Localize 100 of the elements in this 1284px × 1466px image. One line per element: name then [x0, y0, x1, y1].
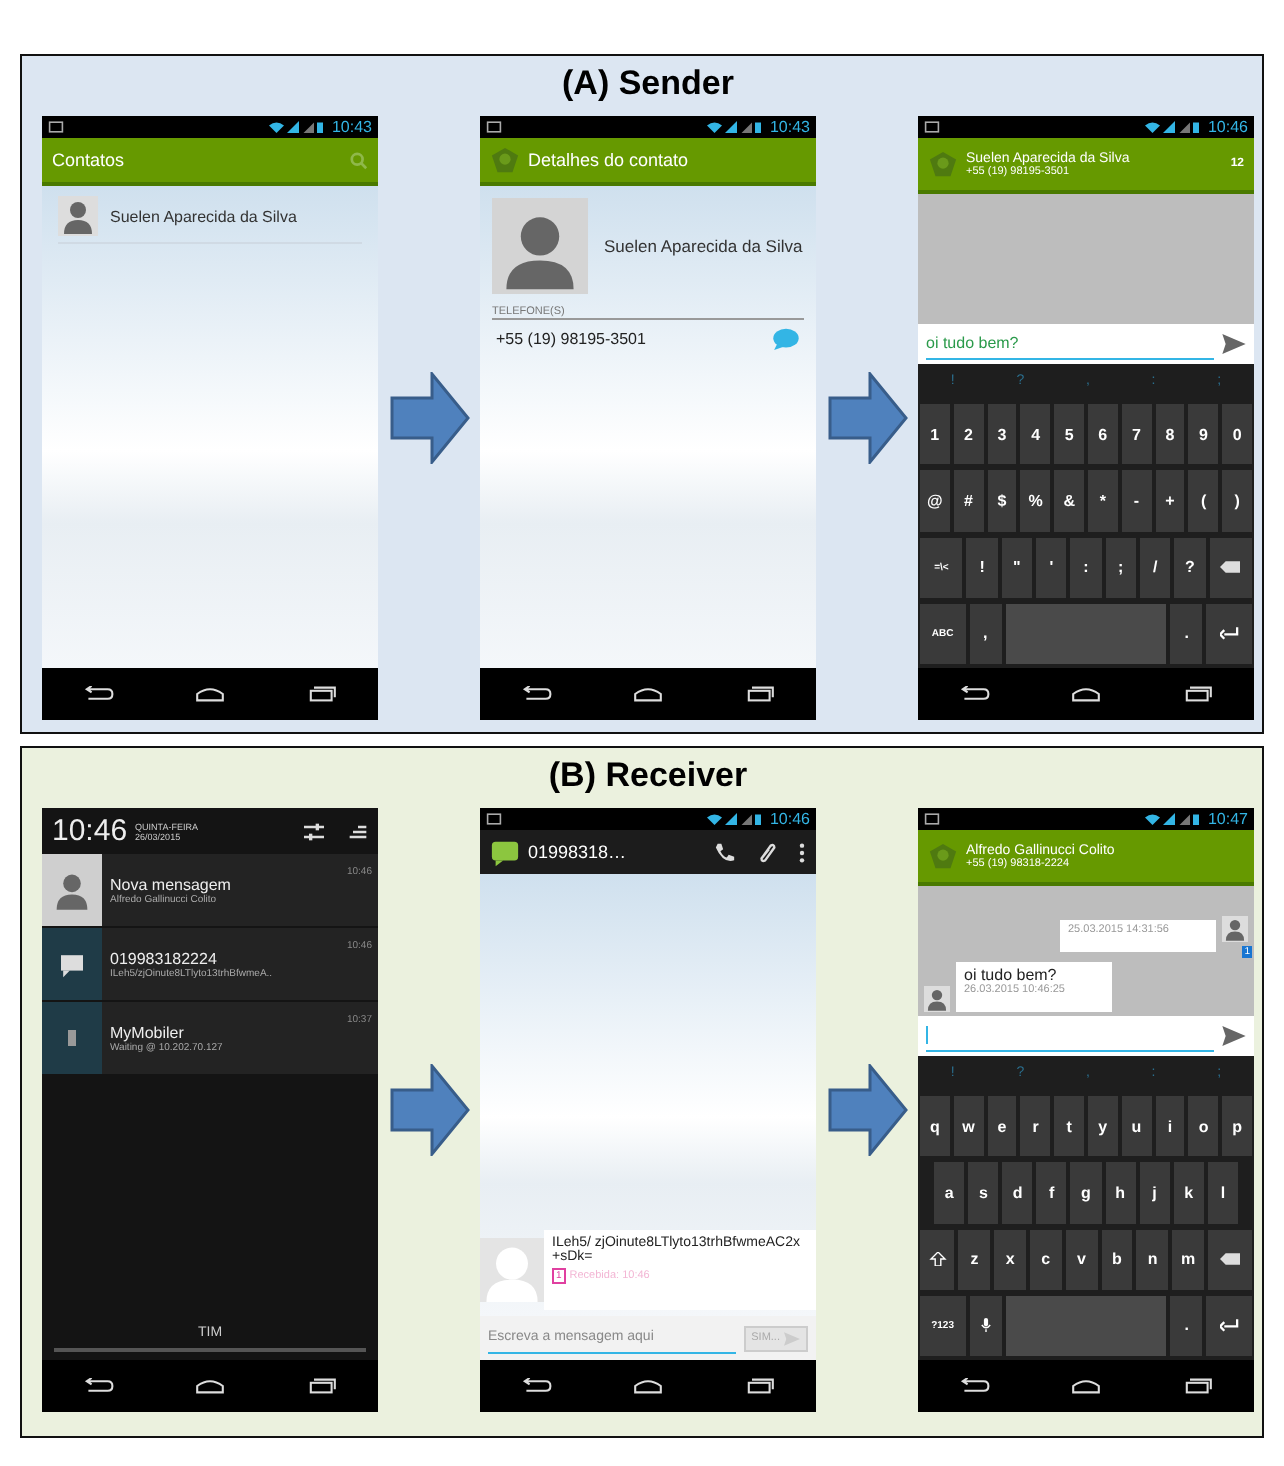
- keyboard-key[interactable]: h: [1105, 1162, 1136, 1223]
- keyboard-key[interactable]: l: [1207, 1162, 1238, 1223]
- keyboard-key[interactable]: d: [1002, 1162, 1033, 1223]
- status-time: 10:46: [769, 810, 810, 828]
- back-icon[interactable]: [958, 1378, 990, 1394]
- shield-logo-icon: [928, 841, 958, 871]
- keyboard-key[interactable]: i: [1155, 1096, 1185, 1157]
- keyboard-key[interactable]: $: [987, 470, 1017, 531]
- keyboard-key[interactable]: [1206, 603, 1253, 664]
- keyboard-key[interactable]: q: [920, 1096, 950, 1157]
- keyboard-key[interactable]: r: [1020, 1096, 1051, 1157]
- keyboard-key[interactable]: ': [1036, 537, 1067, 598]
- message-input[interactable]: [926, 1021, 1214, 1051]
- send-icon[interactable]: [1222, 1026, 1246, 1046]
- keyboard-key[interactable]: n: [1136, 1229, 1169, 1290]
- keyboard-key[interactable]: 1: [920, 404, 950, 465]
- recents-icon[interactable]: [306, 686, 338, 702]
- arrow-icon: [389, 1064, 469, 1156]
- recents-icon[interactable]: [744, 1378, 776, 1394]
- recents-icon[interactable]: [306, 1378, 338, 1394]
- keyboard-key[interactable]: m: [1172, 1229, 1204, 1290]
- keyboard-key[interactable]: 5: [1054, 404, 1084, 465]
- keyboard-key[interactable]: .: [1170, 603, 1203, 664]
- home-icon[interactable]: [194, 686, 226, 702]
- quick-settings-icon[interactable]: [348, 821, 368, 841]
- keyboard-key[interactable]: c: [1029, 1229, 1062, 1290]
- send-icon[interactable]: [1222, 334, 1246, 354]
- keyboard-key[interactable]: -: [1121, 470, 1152, 531]
- keyboard-key[interactable]: 0: [1222, 404, 1252, 465]
- app-bar-title: Detalhes do contato: [528, 150, 689, 170]
- keyboard-key[interactable]: u: [1121, 1096, 1152, 1157]
- keyboard-key[interactable]: [1206, 1295, 1253, 1356]
- keyboard-key[interactable]: &: [1054, 470, 1084, 531]
- home-icon[interactable]: [632, 1378, 664, 1394]
- overflow-menu-icon[interactable]: [798, 841, 806, 863]
- keyboard-key[interactable]: 7: [1121, 404, 1152, 465]
- keyboard-key[interactable]: +: [1155, 470, 1185, 531]
- back-icon[interactable]: [958, 686, 990, 702]
- recents-icon[interactable]: [1182, 686, 1214, 702]
- keyboard-key[interactable]: ": [1001, 537, 1033, 598]
- keyboard-key[interactable]: y: [1087, 1096, 1118, 1157]
- keyboard-key[interactable]: [969, 1295, 1002, 1356]
- keyboard-key[interactable]: f: [1036, 1162, 1067, 1223]
- message-text: oi tudo bem?: [964, 966, 1059, 984]
- avatar-icon: [492, 198, 588, 294]
- keyboard-key[interactable]: 4: [1020, 404, 1051, 465]
- keyboard-key[interactable]: /: [1139, 537, 1171, 598]
- microphone-icon: [975, 1318, 996, 1333]
- home-icon[interactable]: [1070, 1378, 1102, 1394]
- keyboard-key[interactable]: #: [953, 470, 984, 531]
- status-time: 10:43: [769, 118, 810, 136]
- keyboard-key[interactable]: p: [1222, 1096, 1252, 1157]
- back-icon[interactable]: [82, 1378, 114, 1394]
- keyboard-key[interactable]: b: [1101, 1229, 1133, 1290]
- keyboard-key[interactable]: z: [958, 1229, 991, 1290]
- keyboard-key[interactable]: v: [1065, 1229, 1098, 1290]
- phone-call-icon[interactable]: [714, 841, 736, 863]
- back-icon[interactable]: [82, 686, 114, 702]
- home-icon[interactable]: [1070, 686, 1102, 702]
- keyboard-key[interactable]: k: [1173, 1162, 1204, 1223]
- signal-status-icon: [1141, 120, 1202, 134]
- contact-item[interactable]: Suelen Aparecida da Silva: [58, 196, 362, 244]
- enter-icon: [1219, 626, 1240, 641]
- home-icon[interactable]: [632, 686, 664, 702]
- keyboard-key[interactable]: o: [1188, 1096, 1219, 1157]
- keyboard-key[interactable]: x: [994, 1229, 1026, 1290]
- keyboard-key[interactable]: *: [1087, 470, 1118, 531]
- keyboard-key[interactable]: @: [920, 470, 950, 531]
- paperclip-icon[interactable]: [756, 841, 778, 863]
- keyboard-key[interactable]: %: [1020, 470, 1051, 531]
- recents-icon[interactable]: [1182, 1378, 1214, 1394]
- keyboard-key[interactable]: 8: [1155, 404, 1185, 465]
- keyboard-key[interactable]: ?: [1174, 537, 1206, 598]
- keyboard-key[interactable]: e: [987, 1096, 1017, 1157]
- keyboard-key[interactable]: [1209, 537, 1253, 598]
- keyboard-key[interactable]: ;: [1105, 537, 1136, 598]
- phone-number[interactable]: +55 (19) 98195-3501: [496, 330, 646, 348]
- keyboard-key[interactable]: ): [1222, 470, 1252, 531]
- keyboard-key[interactable]: ,: [969, 603, 1002, 664]
- back-icon[interactable]: [520, 686, 552, 702]
- keyboard-key[interactable]: 3: [987, 404, 1017, 465]
- keyboard-key[interactable]: :: [1070, 537, 1102, 598]
- settings-sliders-icon[interactable]: [304, 821, 324, 841]
- keyboard-key[interactable]: !: [966, 537, 998, 598]
- back-icon[interactable]: [520, 1378, 552, 1394]
- keyboard-key[interactable]: .: [1170, 1295, 1203, 1356]
- recents-icon[interactable]: [744, 686, 776, 702]
- keyboard-key[interactable]: [920, 1229, 955, 1290]
- home-icon[interactable]: [194, 1378, 226, 1394]
- keyboard-key[interactable]: (: [1188, 470, 1219, 531]
- keyboard-key[interactable]: 9: [1188, 404, 1219, 465]
- keyboard-key[interactable]: t: [1054, 1096, 1084, 1157]
- keyboard-key[interactable]: g: [1070, 1162, 1102, 1223]
- keyboard-key[interactable]: j: [1139, 1162, 1170, 1223]
- keyboard-key[interactable]: 2: [953, 404, 984, 465]
- keyboard-key[interactable]: a: [934, 1162, 965, 1223]
- keyboard-key[interactable]: w: [953, 1096, 984, 1157]
- keyboard-key[interactable]: s: [968, 1162, 999, 1223]
- keyboard-key[interactable]: [1207, 1229, 1253, 1290]
- keyboard-key[interactable]: 6: [1087, 404, 1118, 465]
